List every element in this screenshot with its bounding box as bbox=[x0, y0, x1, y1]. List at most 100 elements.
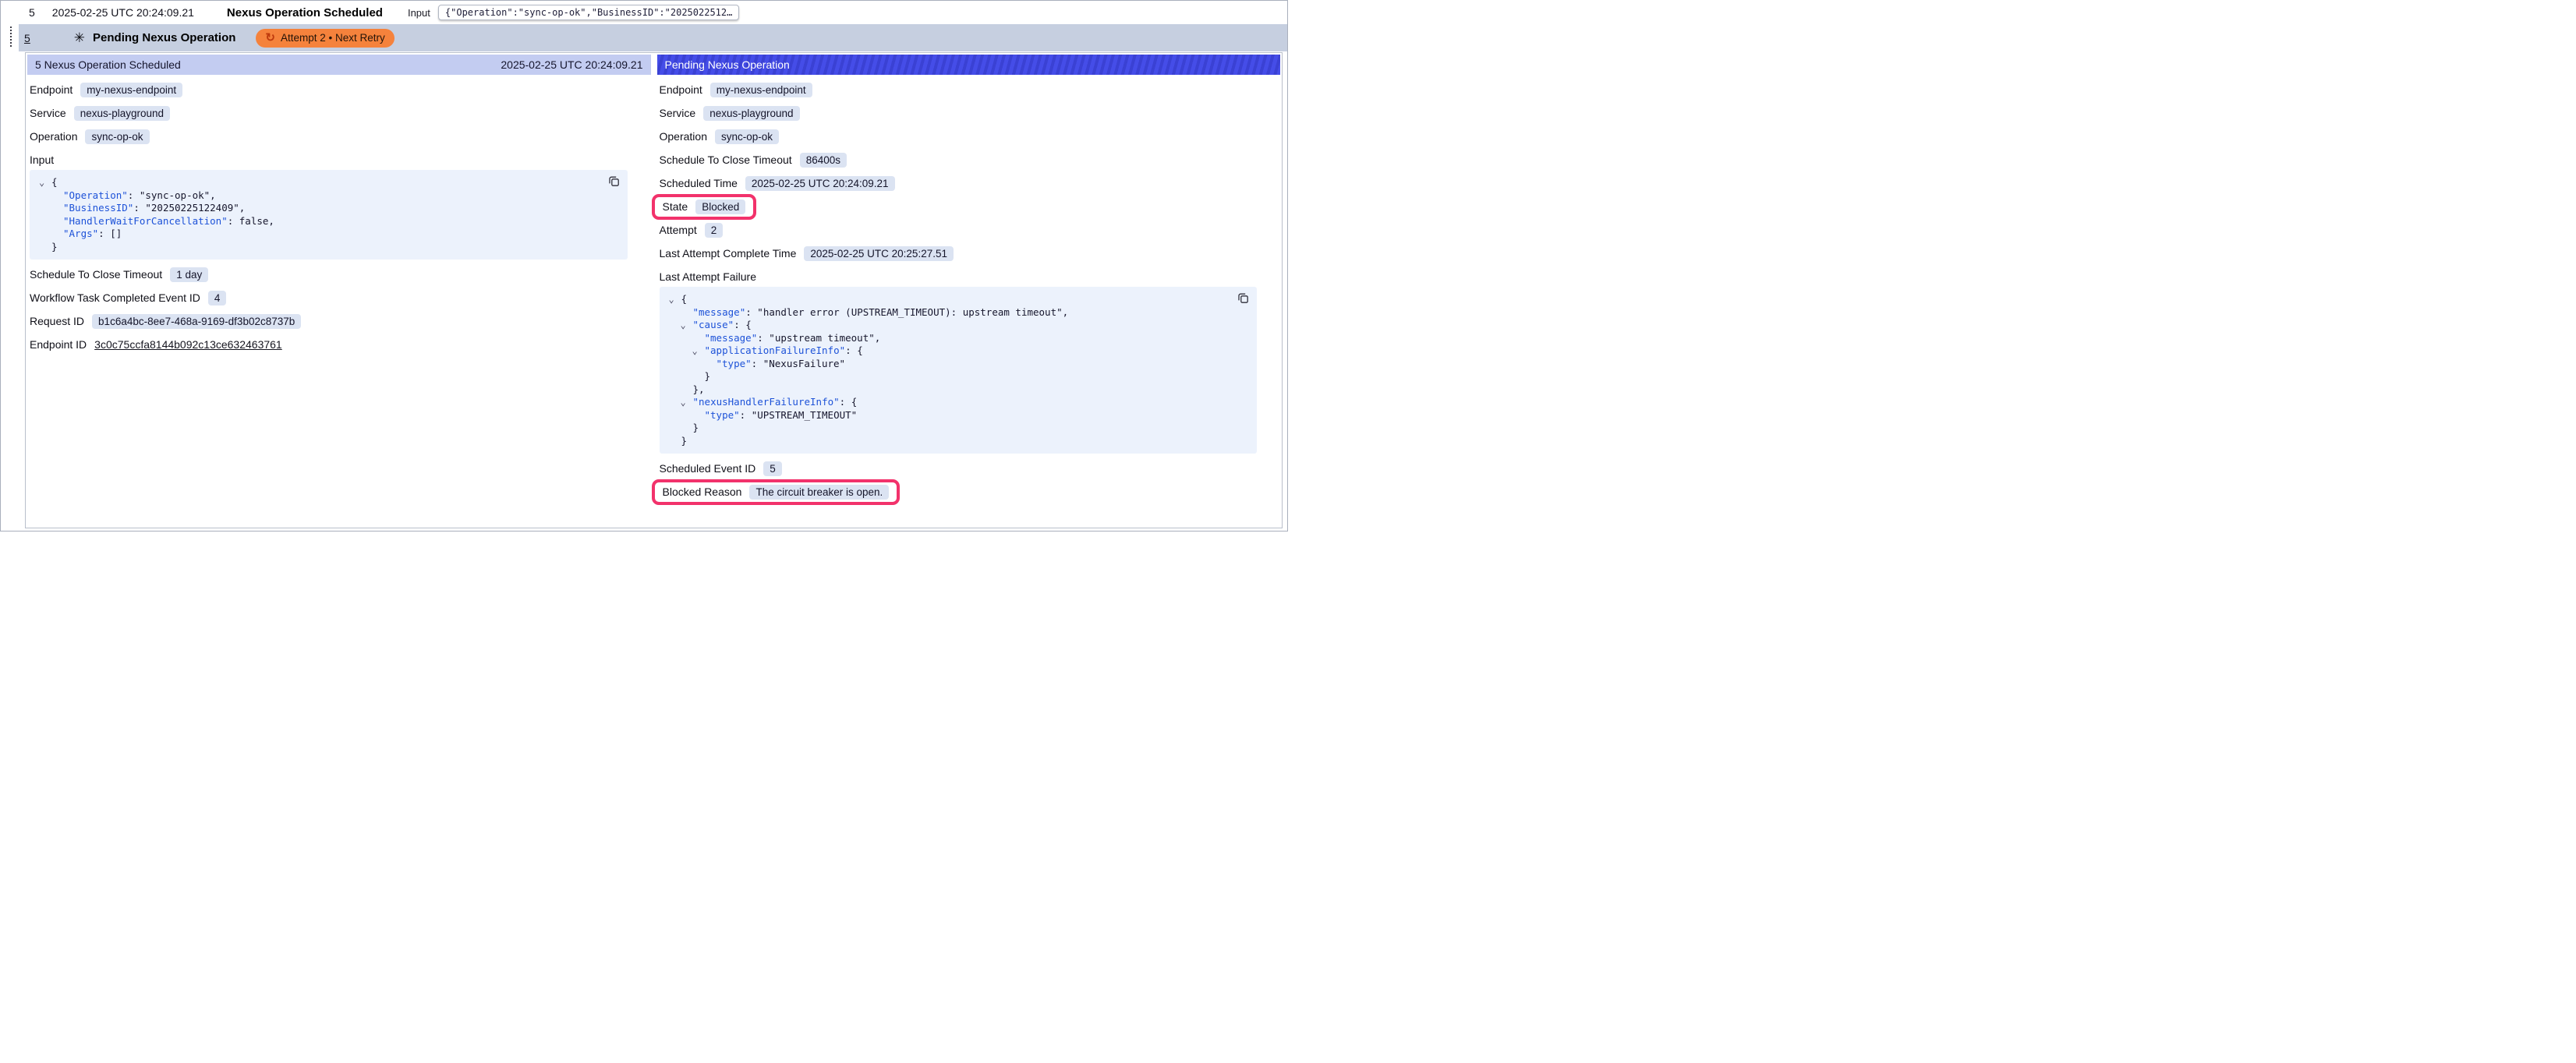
code-token: : bbox=[752, 358, 763, 371]
field-label: Request ID bbox=[30, 315, 84, 327]
code-gutter bbox=[681, 422, 693, 435]
code-gutter bbox=[681, 383, 693, 397]
code-gutter bbox=[704, 358, 717, 371]
field-label: Scheduled Event ID bbox=[660, 462, 756, 475]
code-token: "BusinessID" bbox=[63, 202, 133, 215]
code-lines: ⌄{"message": "handler error (UPSTREAM_TI… bbox=[666, 293, 1251, 447]
field-label: Schedule To Close Timeout bbox=[660, 154, 792, 166]
copy-icon[interactable] bbox=[1237, 292, 1249, 304]
code-line: ⌄"nexusHandlerFailureInfo": { bbox=[666, 396, 1251, 409]
field-inner: Schedule To Close Timeout86400s bbox=[660, 153, 847, 168]
field-label: Operation bbox=[30, 130, 77, 143]
collapse-chevron-icon[interactable]: ⌄ bbox=[669, 293, 681, 306]
collapse-chevron-icon[interactable]: ⌄ bbox=[681, 396, 693, 409]
field-label: Service bbox=[30, 107, 66, 119]
left-fields-top: Endpoint my-nexus-endpoint Service nexus-pl… bbox=[27, 81, 651, 145]
event-summary-row[interactable]: 5 2025-02-25 UTC 20:24:09.21 Nexus Opera… bbox=[1, 1, 1287, 24]
input-json-viewer: ⌄{"Operation": "sync-op-ok","BusinessID"… bbox=[30, 170, 628, 260]
code-token: } bbox=[51, 241, 58, 254]
right-panel-title: Pending Nexus Operation bbox=[665, 58, 790, 71]
pending-event-id-link[interactable]: 5 bbox=[24, 32, 30, 44]
field-value-badge: my-nexus-endpoint bbox=[80, 83, 182, 97]
field-inner: Servicenexus-playground bbox=[660, 106, 800, 121]
field-inner: Endpoint ID3c0c75ccfa8144b092c13ce632463… bbox=[30, 338, 282, 351]
annotation-highlight: Blocked ReasonThe circuit breaker is ope… bbox=[652, 479, 901, 505]
field-row-last-attempt-complete-time: Last Attempt Complete Time2025-02-25 UTC… bbox=[660, 245, 1281, 262]
code-token: : bbox=[128, 189, 140, 203]
field-inner: Last Attempt Complete Time2025-02-25 UTC… bbox=[660, 246, 954, 261]
code-token: } bbox=[681, 435, 688, 448]
field-label: State bbox=[663, 200, 688, 213]
code-token: "nexusHandlerFailureInfo" bbox=[693, 396, 840, 409]
code-line: "message": "upstream timeout", bbox=[666, 332, 1251, 345]
copy-icon[interactable] bbox=[608, 175, 620, 187]
event-history-view: 5 2025-02-25 UTC 20:24:09.21 Nexus Opera… bbox=[0, 0, 1288, 532]
code-gutter bbox=[692, 370, 705, 383]
failure-section-label: Last Attempt Failure bbox=[657, 269, 1281, 284]
field-label: Schedule To Close Timeout bbox=[30, 268, 162, 281]
code-token: , bbox=[875, 332, 881, 345]
code-token: : bbox=[740, 409, 752, 422]
field-inner: Operationsync-op-ok bbox=[30, 129, 150, 144]
event-timestamp: 2025-02-25 UTC 20:24:09.21 bbox=[52, 6, 194, 19]
code-token: "message" bbox=[693, 306, 746, 320]
right-fields-bottom: Scheduled Event ID5Blocked ReasonThe cir… bbox=[657, 460, 1281, 500]
collapse-chevron-icon[interactable]: ⌄ bbox=[681, 319, 693, 332]
field-row-operation: Operationsync-op-ok bbox=[30, 128, 651, 145]
field-value-badge: my-nexus-endpoint bbox=[710, 83, 812, 97]
code-line: "HandlerWaitForCancellation": false, bbox=[36, 215, 621, 228]
code-token: : bbox=[98, 228, 110, 241]
code-lines: ⌄{"Operation": "sync-op-ok","BusinessID"… bbox=[36, 176, 621, 253]
field-label: Endpoint bbox=[30, 83, 73, 96]
field-inner: Endpoint my-nexus-endpoint bbox=[30, 83, 182, 97]
code-gutter bbox=[39, 241, 51, 254]
collapse-chevron-icon[interactable]: ⌄ bbox=[692, 344, 705, 358]
event-input-label: Input bbox=[408, 7, 430, 19]
field-value-badge: b1c6a4bc-8ee7-468a-9169-df3b02c8737b bbox=[92, 314, 301, 329]
collapse-chevron-icon[interactable]: ⌄ bbox=[39, 176, 51, 189]
event-detail-panel: 5 Nexus Operation Scheduled 2025-02-25 U… bbox=[25, 52, 1283, 528]
code-line: "type": "NexusFailure" bbox=[666, 358, 1251, 371]
field-row-endpoint-id: Endpoint ID3c0c75ccfa8144b092c13ce632463… bbox=[30, 336, 651, 353]
code-gutter bbox=[51, 189, 63, 203]
code-token: [] bbox=[110, 228, 122, 241]
field-label: Scheduled Time bbox=[660, 177, 738, 189]
field-inner: Operationsync-op-ok bbox=[660, 129, 780, 144]
code-line: } bbox=[36, 241, 621, 254]
code-line: ⌄"applicationFailureInfo": { bbox=[666, 344, 1251, 358]
code-token: { bbox=[745, 319, 752, 332]
code-line: "Operation": "sync-op-ok", bbox=[36, 189, 621, 203]
field-label: Workflow Task Completed Event ID bbox=[30, 291, 200, 304]
field-row-scheduled-event-id: Scheduled Event ID 5 bbox=[660, 460, 1281, 477]
field-value-badge: 2025-02-25 UTC 20:24:09.21 bbox=[745, 176, 895, 191]
nexus-asterisk-icon: ✳ bbox=[74, 31, 85, 44]
field-value-badge: 5 bbox=[763, 461, 782, 476]
code-line: ⌄{ bbox=[666, 293, 1251, 306]
code-token: : bbox=[840, 396, 851, 409]
code-token: "type" bbox=[705, 409, 740, 422]
field-row-scheduled-time: Scheduled Time 2025-02-25 UTC 20:24:09.21 bbox=[660, 175, 1281, 192]
left-fields-bottom: Schedule To Close Timeout 1 day Workflow T… bbox=[27, 266, 651, 353]
field-value-badge: 1 day bbox=[170, 267, 208, 282]
pending-operation-row[interactable]: 5 ✳ Pending Nexus Operation ↻ Attempt 2 … bbox=[19, 24, 1287, 51]
field-value-badge: 2025-02-25 UTC 20:25:27.51 bbox=[804, 246, 954, 261]
code-line: "BusinessID": "20250225122409", bbox=[36, 202, 621, 215]
field-label: Blocked Reason bbox=[663, 486, 742, 498]
code-line: } bbox=[666, 422, 1251, 435]
field-row-service: Service nexus-playground bbox=[30, 104, 651, 122]
code-token: { bbox=[681, 293, 688, 306]
code-gutter bbox=[51, 228, 63, 241]
code-token: "handler error (UPSTREAM_TIMEOUT): upstr… bbox=[757, 306, 1062, 320]
field-row-schedule-to-close-timeout: Schedule To Close Timeout 1 day bbox=[30, 266, 651, 283]
code-token: "20250225122409" bbox=[145, 202, 239, 215]
event-id: 5 bbox=[29, 6, 35, 19]
event-detail-right-column: Pending Nexus Operation Endpointmy-nexus… bbox=[657, 55, 1281, 526]
field-inner: Endpointmy-nexus-endpoint bbox=[660, 83, 812, 97]
code-token: "Args" bbox=[63, 228, 98, 241]
field-value-badge: nexus-playground bbox=[74, 106, 170, 121]
field-row-attempt: Attempt2 bbox=[660, 221, 1281, 238]
code-token: }, bbox=[693, 383, 705, 397]
event-input-preview[interactable]: {"Operation":"sync-op-ok","BusinessID":"… bbox=[438, 5, 739, 20]
field-inner: Schedule To Close Timeout 1 day bbox=[30, 267, 208, 282]
field-value-link[interactable]: 3c0c75ccfa8144b092c13ce632463761 bbox=[94, 338, 282, 351]
